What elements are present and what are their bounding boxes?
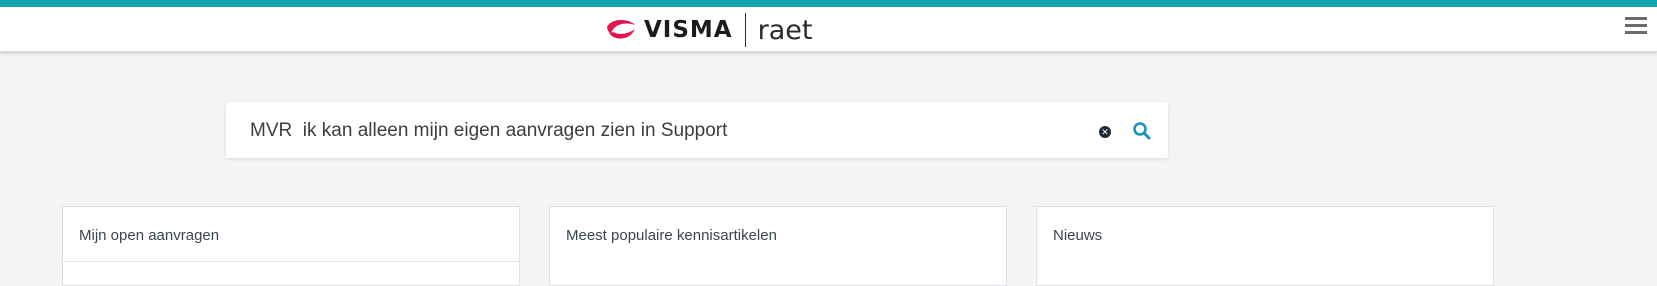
top-accent-bar (0, 0, 1657, 7)
card-open-requests: Mijn open aanvragen (62, 206, 520, 286)
card-divider (63, 261, 519, 262)
search-input[interactable] (248, 115, 1052, 147)
card-title[interactable]: Mijn open aanvragen (79, 227, 219, 244)
visma-logo-icon (607, 20, 635, 39)
card-news: Nieuws (1036, 206, 1494, 286)
clear-x-icon[interactable]: ✕ (1099, 126, 1111, 138)
brand-subname: raet (757, 14, 813, 46)
search-icon[interactable] (1132, 121, 1152, 141)
card-popular-articles: Meest populaire kennisartikelen (549, 206, 1007, 286)
brand-name: VISMA (644, 17, 733, 43)
brand-divider (744, 13, 746, 47)
card-title[interactable]: Nieuws (1053, 227, 1102, 244)
header: VISMA raet (0, 7, 1657, 52)
card-title[interactable]: Meest populaire kennisartikelen (566, 227, 777, 244)
search-bar: ✕ (226, 102, 1168, 158)
brand-logo[interactable]: VISMA raet (606, 13, 812, 47)
hamburger-menu-icon[interactable] (1623, 13, 1649, 39)
